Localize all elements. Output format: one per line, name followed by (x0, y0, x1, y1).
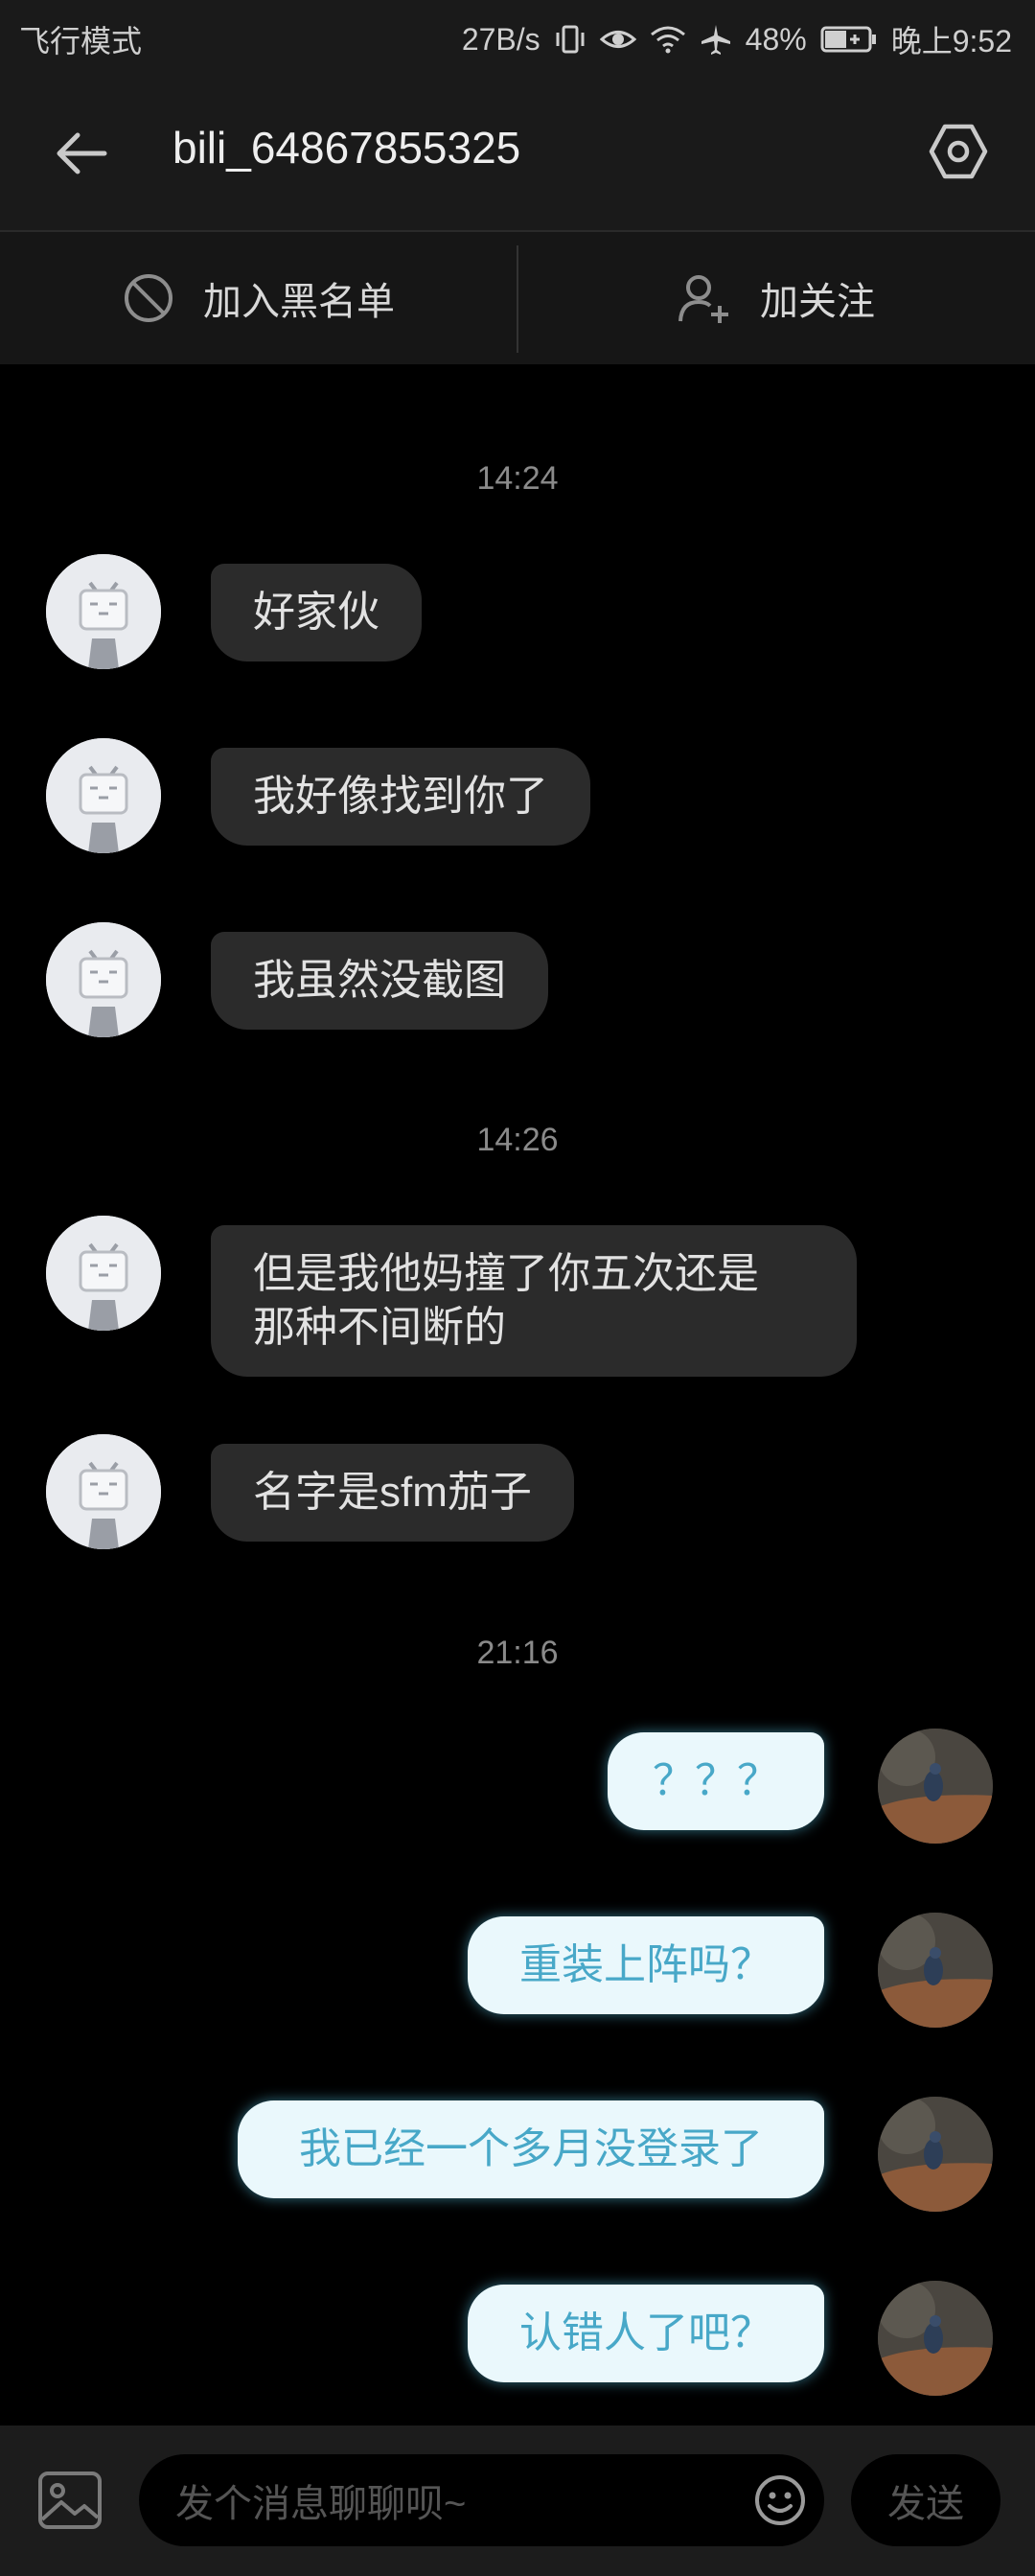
bilibili-tv-avatar-icon (46, 738, 161, 853)
battery-icon (820, 25, 878, 54)
avatar-self[interactable] (878, 1729, 993, 1844)
vibrate-icon (554, 23, 586, 56)
airplane-mode-label: 飞行模式 (19, 24, 143, 58)
timestamp: 14:24 (476, 460, 559, 497)
message-text: ？？？ (653, 1757, 779, 1804)
message-bubble-sent[interactable]: 我已经一个多月没登录了 (238, 2100, 824, 2198)
message-bubble-sent[interactable]: 重装上阵吗？ (468, 1916, 824, 2014)
block-icon (125, 274, 172, 322)
avatar[interactable] (46, 922, 161, 1037)
avatar[interactable] (46, 554, 161, 669)
arrow-left-icon (57, 132, 107, 174)
message-text: 我好像找到你了 (253, 773, 548, 820)
avatar[interactable] (46, 1216, 161, 1331)
avatar-self[interactable] (878, 2281, 993, 2396)
bird-photo-avatar-icon (878, 2097, 993, 2212)
message-text: 重装上阵吗？ (519, 1941, 772, 1988)
chat-header: bili_64867855325 (0, 72, 1035, 230)
status-bar: 飞行模式 27B/s 48% 晚上9:52 (0, 0, 1035, 72)
follow-button[interactable]: 加关注 (518, 232, 1035, 364)
message-bubble-received[interactable]: 好家伙 (211, 564, 422, 661)
settings-button[interactable] (920, 113, 997, 190)
send-label: 发送 (887, 2483, 964, 2525)
follow-label: 加关注 (760, 281, 875, 323)
image-icon (38, 2472, 102, 2529)
add-to-blacklist-button[interactable]: 加入黑名单 (0, 232, 518, 364)
message-bubble-received[interactable]: 我好像找到你了 (211, 748, 590, 846)
message-text: 我已经一个多月没登录了 (299, 2125, 763, 2172)
message-bubble-sent[interactable]: ？？？ (608, 1732, 824, 1830)
emoji-button[interactable] (753, 2473, 807, 2527)
bilibili-tv-avatar-icon (46, 554, 161, 669)
message-bubble-received[interactable]: 名字是sfm茄子 (211, 1444, 574, 1542)
bird-photo-avatar-icon (878, 2281, 993, 2396)
status-indicators: 27B/s 48% 晚上9:52 (462, 17, 1012, 61)
add-user-icon (678, 275, 728, 323)
blacklist-label: 加入黑名单 (203, 281, 395, 323)
bilibili-tv-avatar-icon (46, 1216, 161, 1331)
message-text: 名字是sfm茄子 (253, 1469, 532, 1516)
message-input-placeholder: 发个消息聊聊呗~ (175, 2483, 467, 2525)
message-text: 认错人了吧？ (519, 2309, 772, 2356)
smiley-icon (755, 2475, 805, 2525)
hexagon-settings-icon (929, 124, 988, 179)
network-speed: 27B/s (461, 21, 540, 57)
battery-percent: 48% (745, 21, 807, 57)
timestamp: 14:26 (476, 1122, 559, 1158)
message-bubble-sent[interactable]: 认错人了吧？ (468, 2285, 824, 2382)
message-input[interactable]: 发个消息聊聊呗~ (139, 2454, 824, 2546)
message-text: 好家伙 (253, 589, 380, 636)
bilibili-tv-avatar-icon (46, 922, 161, 1037)
message-text: 但是我他妈撞了你五次还是 (253, 1250, 759, 1297)
bilibili-tv-avatar-icon (46, 1434, 161, 1549)
wifi-icon (650, 25, 686, 54)
message-bubble-received[interactable]: 但是我他妈撞了你五次还是 那种不间断的 (211, 1225, 857, 1377)
page-title: bili_64867855325 (172, 123, 521, 173)
action-bar: 加入黑名单 加关注 (0, 232, 1035, 364)
message-list[interactable]: 14:24 好家伙 我好像找到你了 我虽然没截图 14:26 但是我他妈撞了你五… (0, 364, 1035, 2425)
timestamp: 21:16 (476, 1635, 559, 1671)
eye-comfort-icon (599, 25, 636, 54)
avatar[interactable] (46, 1434, 161, 1549)
avatar[interactable] (46, 738, 161, 853)
bird-photo-avatar-icon (878, 1913, 993, 2028)
image-picker-button[interactable] (36, 2470, 104, 2531)
message-text: 那种不间断的 (253, 1304, 506, 1351)
avatar-self[interactable] (878, 1913, 993, 2028)
clock: 晚上9:52 (890, 24, 1012, 58)
send-button[interactable]: 发送 (851, 2454, 1000, 2546)
airplane-icon (700, 23, 732, 56)
avatar-self[interactable] (878, 2097, 993, 2212)
message-text: 我虽然没截图 (253, 957, 506, 1004)
back-button[interactable] (48, 120, 115, 187)
bird-photo-avatar-icon (878, 1729, 993, 1844)
input-bar: 发个消息聊聊呗~ 发送 (0, 2425, 1035, 2576)
message-bubble-received[interactable]: 我虽然没截图 (211, 932, 548, 1030)
